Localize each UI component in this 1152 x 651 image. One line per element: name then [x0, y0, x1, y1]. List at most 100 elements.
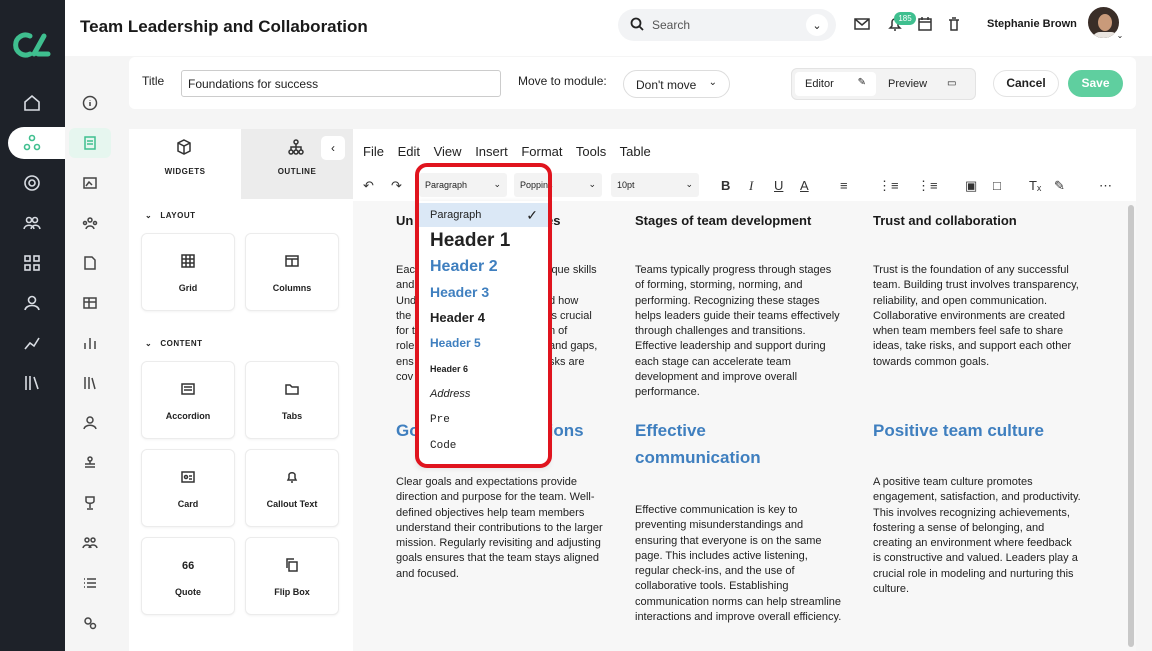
trophy-icon[interactable] — [78, 491, 102, 515]
search-box[interactable]: Search ⌄ — [618, 9, 836, 41]
widget-card[interactable]: Card — [141, 449, 235, 527]
app-logo[interactable] — [12, 28, 52, 62]
secondary-sidebar — [65, 0, 115, 651]
col3-heading: Trust and collaboration — [873, 213, 1017, 228]
trash-icon[interactable] — [946, 16, 962, 37]
col3-body2: A positive team culture promotes engagem… — [873, 476, 1081, 596]
search-icon — [630, 17, 644, 36]
move-to-module-select[interactable]: Don't move ⌄ — [623, 70, 730, 98]
col2-body: Teams typically progress through stages … — [635, 264, 840, 399]
gallery-icon[interactable] — [78, 171, 102, 195]
user-name[interactable]: Stephanie Brown — [987, 18, 1077, 30]
widget-label: Accordion — [165, 411, 211, 421]
underline-icon[interactable]: U — [774, 178, 783, 193]
document-icon[interactable] — [78, 251, 102, 275]
target-icon[interactable] — [20, 171, 44, 195]
tab-widgets[interactable]: WIDGETS — [129, 129, 241, 199]
widget-label: Callout Text — [266, 499, 318, 509]
redo-icon[interactable]: ↷ — [391, 178, 402, 194]
team-icon[interactable] — [78, 211, 102, 235]
list-icon[interactable] — [78, 571, 102, 595]
network-icon[interactable] — [20, 131, 44, 155]
mail-icon[interactable] — [854, 16, 870, 37]
library-icon[interactable] — [20, 371, 44, 395]
col2-body2: Effective communication is key to preven… — [635, 504, 842, 624]
title-label: Title — [142, 74, 165, 88]
image-icon[interactable]: ▣ — [965, 178, 977, 194]
widget-flip-box[interactable]: Flip Box — [245, 537, 339, 615]
numbered-list-icon[interactable]: ⋮≡ — [917, 178, 938, 194]
table-icon[interactable] — [78, 291, 102, 315]
col2-subheading: Effective communication — [635, 421, 761, 467]
monitor-icon: ▭ — [947, 78, 957, 89]
widgets-panel: WIDGETS OUTLINE ‹ ⌄ LAYOUT Grid Columns … — [129, 129, 353, 651]
cancel-button[interactable]: Cancel — [993, 70, 1059, 97]
highlighter-icon[interactable]: ✎ — [1054, 178, 1065, 194]
user-icon[interactable] — [20, 291, 44, 315]
widget-label: Grid — [178, 283, 198, 293]
col1-heading-left: Un — [396, 213, 414, 228]
widget-grid[interactable]: Grid — [141, 233, 235, 311]
page-title: Team Leadership and Collaboration — [80, 17, 368, 36]
content-section-header[interactable]: ⌄ CONTENT — [145, 339, 203, 348]
collapse-panel-button[interactable]: ‹ — [321, 136, 345, 160]
title-field[interactable]: Foundations for success — [181, 70, 501, 97]
menu-edit[interactable]: Edit — [398, 144, 420, 159]
calendar-icon[interactable] — [917, 16, 933, 37]
grid-icon — [181, 254, 197, 270]
bar-chart-icon[interactable] — [78, 331, 102, 355]
editor-tab[interactable]: Editor ✎ — [795, 72, 876, 96]
search-input[interactable]: Search — [652, 18, 690, 32]
widget-accordion[interactable]: Accordion — [141, 361, 235, 439]
bullet-list-icon[interactable]: ⋮≡ — [878, 178, 899, 194]
org-icon[interactable] — [78, 451, 102, 475]
widget-label: Quote — [175, 587, 201, 597]
settings-icon[interactable] — [78, 611, 102, 635]
menu-insert[interactable]: Insert — [475, 144, 508, 159]
group-icon[interactable] — [78, 531, 102, 555]
person-icon[interactable] — [78, 411, 102, 435]
file-icon[interactable]: □ — [993, 178, 1001, 193]
chevron-down-icon[interactable]: ⌄ — [806, 14, 828, 36]
layout-section-header[interactable]: ⌄ LAYOUT — [145, 211, 196, 220]
card-icon — [181, 470, 197, 486]
italic-icon[interactable]: I — [749, 178, 753, 194]
widget-columns[interactable]: Columns — [245, 233, 339, 311]
lesson-icon[interactable] — [78, 131, 102, 155]
chevron-down-icon[interactable]: ⌄ — [1114, 30, 1126, 42]
widget-callout-text[interactable]: Callout Text — [245, 449, 339, 527]
menu-file[interactable]: File — [363, 144, 384, 159]
chart-line-icon[interactable] — [20, 331, 44, 355]
preview-tab[interactable]: Preview — [888, 78, 927, 90]
editor-scrollbar[interactable] — [1128, 205, 1134, 647]
users-icon[interactable] — [20, 211, 44, 235]
col1-body-right: ique skills d how is crucial n of and gaps,… — [549, 264, 598, 368]
menu-view[interactable]: View — [434, 144, 462, 159]
widget-label: Card — [177, 499, 199, 509]
home-icon[interactable] — [20, 91, 44, 115]
tab-outline-label: OUTLINE — [277, 167, 317, 176]
text-color-icon[interactable]: A — [800, 178, 809, 193]
save-button[interactable]: Save — [1068, 70, 1123, 97]
folder-icon — [285, 382, 301, 398]
highlight-outline — [415, 163, 552, 468]
books-icon[interactable] — [78, 371, 102, 395]
menu-format[interactable]: Format — [521, 144, 562, 159]
col3-subheading: Positive team culture — [873, 421, 1045, 440]
editor-menubar: File Edit View Insert Format Tools Table — [363, 144, 661, 159]
menu-tools[interactable]: Tools — [576, 144, 606, 159]
top-bar: Team Leadership and Collaboration Search… — [65, 0, 1152, 56]
widget-tabs[interactable]: Tabs — [245, 361, 339, 439]
align-icon[interactable]: ≡ — [840, 178, 848, 193]
more-icon[interactable]: ⋯ — [1099, 178, 1112, 194]
info-icon[interactable] — [78, 91, 102, 115]
bold-icon[interactable]: B — [721, 178, 730, 193]
widget-quote[interactable]: 66 Quote — [141, 537, 235, 615]
undo-icon[interactable]: ↶ — [363, 178, 374, 194]
pencil-icon: ✎ — [857, 77, 866, 88]
font-size-select[interactable]: 10pt ⌄ — [611, 173, 699, 197]
main-sidebar — [0, 0, 78, 651]
clear-format-icon[interactable]: Tₓ — [1029, 178, 1041, 193]
menu-table[interactable]: Table — [620, 144, 651, 159]
grid-icon[interactable] — [20, 251, 44, 275]
